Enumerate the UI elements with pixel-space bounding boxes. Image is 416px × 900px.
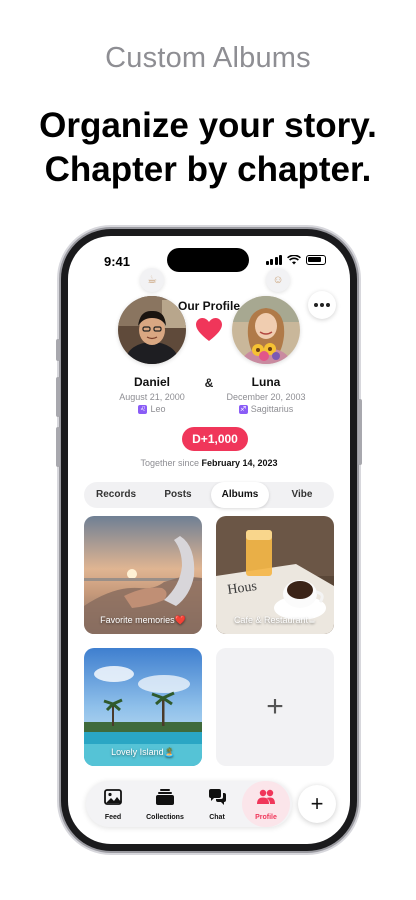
people-icon [257, 789, 275, 804]
profile-tabs: Records Posts Albums Vibe [84, 482, 334, 508]
album-card-lovely-island[interactable]: Lovely Island🏝️ [84, 648, 202, 766]
status-time: 9:41 [104, 254, 131, 269]
album-label: Cafe & Restaurant☕ [233, 615, 317, 625]
headline-line-2: Chapter by chapter. [44, 150, 372, 189]
album-label: Lovely Island🏝️ [111, 747, 175, 757]
nav-label: Chat [209, 814, 225, 821]
tab-albums[interactable]: Albums [211, 482, 269, 508]
add-album-button[interactable]: + [216, 648, 334, 766]
partner-zodiac: ♌ Leo [97, 404, 207, 414]
nav-label: Collections [146, 814, 184, 821]
partner-birthday: December 20, 2003 [226, 392, 306, 402]
volume-up-button [56, 377, 60, 417]
tab-vibe[interactable]: Vibe [274, 482, 330, 508]
avatar-luna[interactable] [232, 296, 300, 364]
battery-icon [306, 255, 326, 265]
bottom-navigation: Feed Collections Chat Profile [86, 781, 292, 827]
partner-birthday: August 21, 2000 [119, 392, 185, 402]
zodiac-label: Leo [150, 404, 166, 414]
partner-zodiac: ♐ Sagittarius [211, 404, 321, 414]
more-options-button[interactable] [308, 291, 336, 319]
headline-line-1: Organize your story. [39, 106, 377, 145]
nav-label: Profile [255, 814, 277, 821]
mood-bubble-icon[interactable]: ☺ [266, 268, 290, 292]
nav-label: Feed [104, 814, 122, 821]
photo-icon [104, 789, 122, 805]
nav-profile[interactable]: Profile [242, 781, 290, 827]
nav-collections[interactable]: Collections [136, 781, 194, 827]
avatar-daniel[interactable] [118, 296, 186, 364]
mute-switch [56, 339, 60, 361]
zodiac-label: Sagittarius [250, 404, 294, 414]
dday-counter-badge[interactable]: D+1,000 [182, 427, 248, 451]
cellular-signal-icon [265, 255, 282, 265]
leo-sign-icon: ♌ [138, 404, 148, 414]
volume-down-button [56, 427, 60, 467]
mood-bubble-icon[interactable]: ☕ [140, 268, 164, 292]
heart-icon [196, 318, 222, 341]
create-post-button[interactable]: + [298, 785, 336, 823]
avatar-photo-luna [232, 296, 300, 364]
status-icons [265, 255, 326, 265]
tab-records[interactable]: Records [88, 482, 144, 508]
sagittarius-sign-icon: ♐ [238, 404, 248, 414]
status-bar: 9:41 [68, 236, 350, 282]
chat-bubbles-icon [209, 789, 226, 805]
nav-feed[interactable]: Feed [90, 781, 136, 827]
power-button [358, 399, 362, 465]
app-store-screenshot: Custom Albums Organize your story. Chapt… [0, 0, 416, 900]
partner-card-luna: Luna December 20, 2003 ♐ Sagittarius [211, 375, 321, 414]
feature-subtitle: Custom Albums [105, 42, 311, 74]
dynamic-island [167, 248, 249, 272]
together-since: Together since February 14, 2023 [68, 458, 350, 468]
together-since-date: February 14, 2023 [201, 458, 278, 468]
partner-name: Luna [251, 375, 281, 389]
together-since-prefix: Together since [140, 458, 199, 468]
feature-headline: Organize your story. Chapter by chapter. [0, 104, 416, 192]
app-screen: 9:41 ☕ ☺ Our Profile Daniel August 21, 2… [68, 236, 350, 844]
nav-chat[interactable]: Chat [194, 781, 240, 827]
avatar-photo-daniel [118, 296, 186, 364]
phone-frame: 9:41 ☕ ☺ Our Profile Daniel August 21, 2… [56, 229, 362, 851]
collections-icon [156, 789, 174, 805]
album-card-favorite-memories[interactable]: Favorite memories❤️ [84, 516, 202, 634]
album-card-cafe-restaurant[interactable]: Hous Cafe & Restaurant☕ [216, 516, 334, 634]
album-label: Favorite memories❤️ [100, 615, 186, 625]
wifi-icon [287, 255, 301, 265]
tab-posts[interactable]: Posts [150, 482, 206, 508]
